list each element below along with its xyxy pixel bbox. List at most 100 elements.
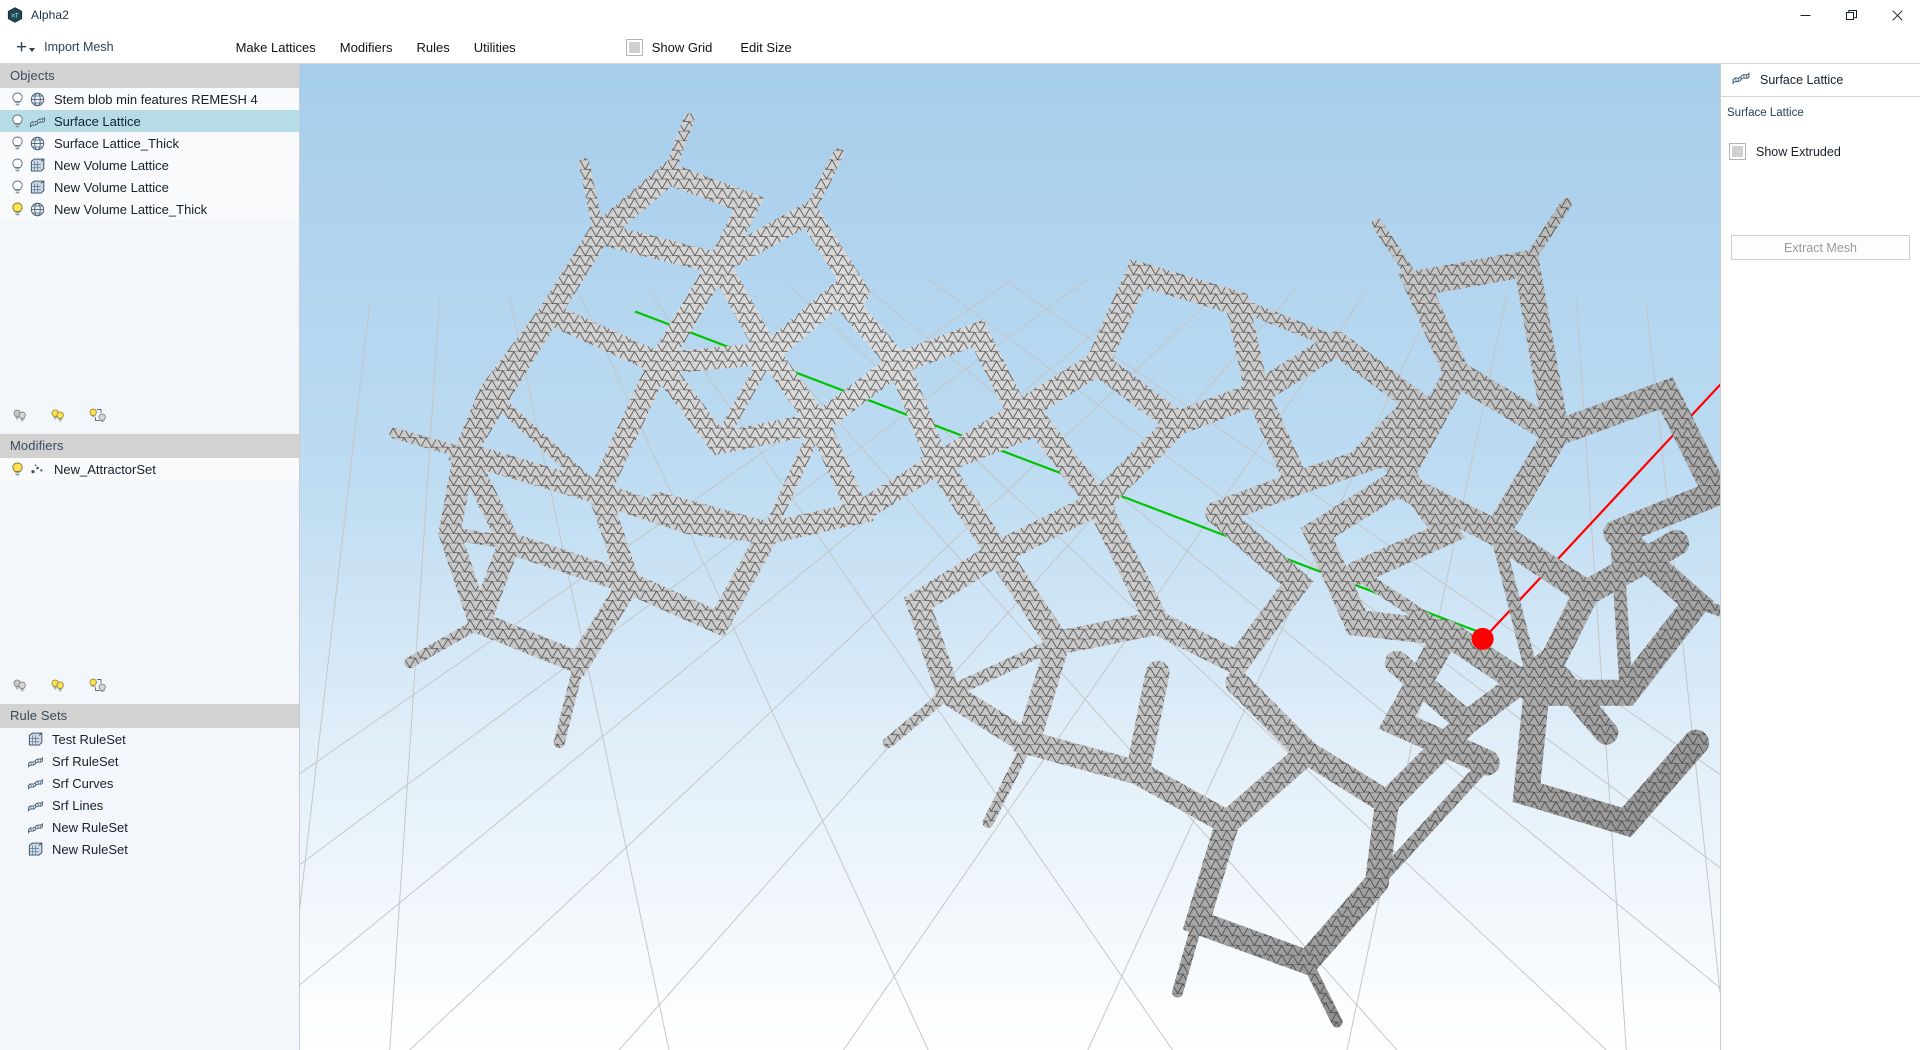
object-row-2[interactable]: Surface Lattice_Thick — [0, 132, 299, 154]
right-sidebar: Surface Lattice Surface Lattice Show Ext… — [1720, 64, 1920, 1050]
mesh-globe-icon — [26, 136, 48, 151]
3d-viewport[interactable] — [300, 64, 1720, 1050]
ruleset-row-5[interactable]: New RuleSet — [0, 838, 299, 860]
left-sidebar: Objects Stem blob min features REMESH 4 — [0, 64, 300, 1050]
object-label: Stem blob min features REMESH 4 — [54, 91, 258, 107]
properties-title: Surface Lattice — [1760, 73, 1844, 87]
restore-button[interactable] — [1828, 0, 1874, 30]
show-all-icon[interactable] — [50, 408, 72, 426]
minimize-button[interactable] — [1782, 0, 1828, 30]
surface-lattice-icon — [1731, 69, 1751, 91]
objects-section-header: Objects — [0, 64, 299, 88]
modifiers-visibility-bar — [0, 670, 299, 704]
show-all-icon[interactable] — [50, 678, 72, 696]
right-panel-empty-space — [1721, 260, 1920, 1050]
surface-lattice-icon — [24, 798, 46, 813]
modifiers-tree: New_AttractorSet — [0, 458, 299, 480]
show-grid-label: Show Grid — [651, 39, 713, 55]
bulb-off-icon[interactable] — [8, 180, 26, 195]
invert-visibility-icon[interactable] — [88, 408, 112, 426]
bulb-off-icon[interactable] — [8, 92, 26, 107]
toolbar-right-group: Show Grid Edit Size — [625, 35, 798, 60]
bulb-off-icon[interactable] — [8, 158, 26, 173]
modifiers-empty-space — [0, 480, 299, 670]
surface-lattice-icon — [24, 776, 46, 791]
ruleset-label: Test RuleSet — [52, 731, 126, 747]
menu-make-lattices[interactable]: Make Lattices — [224, 35, 328, 60]
volume-lattice-icon — [26, 158, 48, 173]
hide-all-icon[interactable] — [12, 678, 34, 696]
modifier-label: New_AttractorSet — [54, 461, 156, 477]
modifiers-section-header: Modifiers — [0, 434, 299, 458]
svg-text:nT: nT — [11, 14, 18, 20]
checkbox-fill — [628, 41, 640, 53]
object-label: New Volume Lattice — [54, 179, 169, 195]
window-title: Alpha2 — [31, 8, 69, 22]
viewport-canvas[interactable] — [300, 64, 1720, 1050]
surface-lattice-icon — [24, 820, 46, 835]
ruleset-row-0[interactable]: Test RuleSet — [0, 728, 299, 750]
edit-size-button[interactable]: Edit Size — [734, 35, 797, 60]
rule-sets-section-header: Rule Sets — [0, 704, 299, 728]
checkbox-fill — [1732, 146, 1743, 157]
modifier-row-0[interactable]: New_AttractorSet — [0, 458, 299, 480]
objects-empty-space — [0, 220, 299, 400]
show-grid-checkbox[interactable] — [625, 38, 643, 56]
object-label: Surface Lattice_Thick — [54, 135, 180, 151]
rule-sets-empty-space — [0, 860, 299, 1050]
object-row-3[interactable]: New Volume Lattice — [0, 154, 299, 176]
rule-sets-tree: Test RuleSet Srf RuleSet Srf Curves Srf … — [0, 728, 299, 860]
menu-modifiers[interactable]: Modifiers — [328, 35, 405, 60]
close-button[interactable] — [1874, 0, 1920, 30]
bulb-off-icon[interactable] — [8, 114, 26, 129]
menu-utilities[interactable]: Utilities — [462, 35, 528, 60]
invert-visibility-icon[interactable] — [88, 678, 112, 696]
ruleset-row-2[interactable]: Srf Curves — [0, 772, 299, 794]
bulb-on-icon[interactable] — [8, 202, 26, 217]
bulb-on-icon[interactable] — [8, 462, 26, 477]
surface-lattice-icon — [24, 754, 46, 769]
properties-header: Surface Lattice — [1721, 64, 1920, 97]
hide-all-icon[interactable] — [12, 408, 34, 426]
ruleset-label: Srf RuleSet — [52, 753, 119, 769]
menu-rules[interactable]: Rules — [405, 35, 462, 60]
attractor-point[interactable] — [1471, 627, 1494, 650]
ruleset-row-3[interactable]: Srf Lines — [0, 794, 299, 816]
object-label: New Volume Lattice_Thick — [54, 201, 208, 217]
main-toolbar: + Import Mesh Make Lattices Modifiers Ru… — [0, 31, 1920, 64]
object-row-0[interactable]: Stem blob min features REMESH 4 — [0, 88, 299, 110]
attractor-points-icon — [26, 462, 48, 477]
mesh-globe-icon — [26, 92, 48, 107]
application-window: nT Alpha2 + Import Mesh Make Lattices Mo… — [0, 0, 1920, 1050]
volume-lattice-icon — [24, 842, 46, 857]
surface-lattice-icon — [26, 114, 48, 129]
chevron-down-icon[interactable] — [29, 47, 36, 52]
ruleset-row-4[interactable]: New RuleSet — [0, 816, 299, 838]
object-row-1[interactable]: Surface Lattice — [0, 110, 299, 132]
objects-visibility-bar — [0, 400, 299, 434]
objects-tree: Stem blob min features REMESH 4 Surface … — [0, 88, 299, 220]
import-mesh-button[interactable]: + Import Mesh — [6, 32, 124, 62]
volume-lattice-icon — [26, 180, 48, 195]
object-row-5[interactable]: New Volume Lattice_Thick — [0, 198, 299, 220]
show-extruded-row: Show Extruded — [1721, 119, 1920, 160]
ruleset-label: New RuleSet — [52, 819, 128, 835]
title-bar: nT Alpha2 — [0, 0, 1920, 31]
lattice-mesh — [300, 64, 1720, 1050]
import-mesh-label: Import Mesh — [44, 40, 114, 54]
app-logo-icon: nT — [7, 7, 23, 23]
ruleset-row-1[interactable]: Srf RuleSet — [0, 750, 299, 772]
volume-lattice-icon — [24, 732, 46, 747]
mesh-globe-icon — [26, 202, 48, 217]
menu-bar: Make Lattices Modifiers Rules Utilities — [224, 35, 528, 60]
extract-mesh-button[interactable]: Extract Mesh — [1731, 235, 1910, 260]
window-controls — [1782, 0, 1920, 30]
object-row-4[interactable]: New Volume Lattice — [0, 176, 299, 198]
ruleset-label: Srf Curves — [52, 775, 114, 791]
show-extruded-label: Show Extruded — [1756, 144, 1841, 159]
properties-subtitle: Surface Lattice — [1727, 107, 1804, 119]
main-content: Objects Stem blob min features REMESH 4 — [0, 64, 1920, 1050]
bulb-off-icon[interactable] — [8, 136, 26, 151]
show-extruded-checkbox[interactable] — [1729, 143, 1746, 160]
plus-icon: + — [16, 36, 28, 58]
